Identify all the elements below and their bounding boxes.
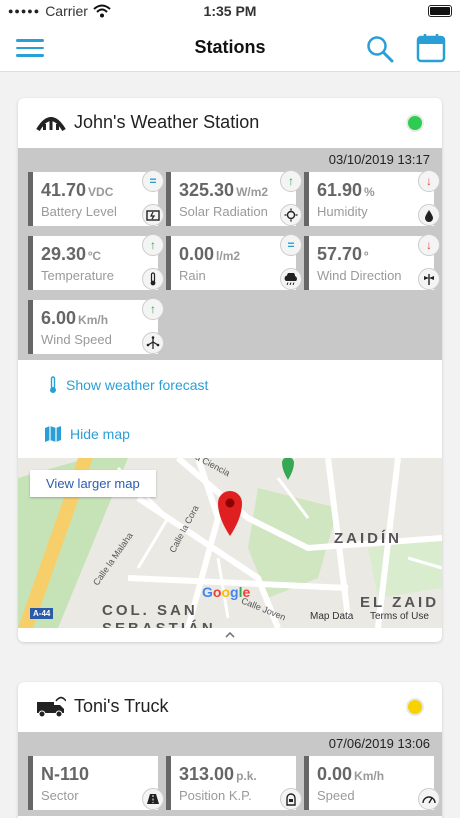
reading-label: Rain <box>179 268 206 283</box>
reading-tile[interactable]: N-110 Sector <box>28 756 164 810</box>
reading-tile[interactable]: 313.00 p.k. Position K.P. <box>166 756 302 810</box>
reading-unit: VDC <box>88 185 114 199</box>
reading-label: Speed <box>317 788 355 803</box>
reading-label: Wind Speed <box>41 332 112 347</box>
battery-icon <box>142 204 164 226</box>
status-indicator <box>406 698 424 716</box>
reading-date: 03/10/2019 13:17 <box>328 152 430 167</box>
map-data-link[interactable]: Map Data <box>310 611 353 622</box>
reading-value: 313.00 <box>179 764 235 784</box>
thermometer-icon <box>50 375 56 393</box>
reading-unit: ºC <box>88 249 102 263</box>
google-logo: Google <box>202 584 251 600</box>
reading-value: 61.90 <box>317 180 363 200</box>
calendar-icon[interactable] <box>416 33 446 63</box>
station-header[interactable]: John's Weather Station <box>18 98 442 148</box>
reading-tile[interactable]: 0.00 Km/h Speed <box>304 756 440 810</box>
district-label: SEBASTIÁN <box>102 620 216 628</box>
reading-tile[interactable]: 41.70 VDC Battery Level = <box>28 170 164 226</box>
reading-tile[interactable]: 29.30 ºC Temperature ↑ <box>28 234 164 290</box>
weather-forecast-link[interactable]: Show weather forecast <box>18 360 442 409</box>
rain-cloud-icon <box>280 268 302 290</box>
battery-icon <box>428 5 452 17</box>
collapse-chevron-icon[interactable] <box>18 628 442 642</box>
reading-tile[interactable]: 0.00 l/m2 Rain = <box>166 234 302 290</box>
reading-label: Temperature <box>41 268 114 283</box>
reading-label: Position K.P. <box>179 788 252 803</box>
arrow-up-icon: ↑ <box>142 234 164 256</box>
truck-icon <box>37 696 66 718</box>
reading-label: Solar Radiation <box>179 204 268 219</box>
highway-label: A-44 <box>30 608 54 619</box>
readings-panel: 07/06/2019 13:06 N-110 Sector 313.00 p.k.… <box>18 732 442 816</box>
map-icon <box>45 425 61 442</box>
reading-label: Wind Direction <box>317 268 402 283</box>
terms-of-use-link[interactable]: Terms of Use <box>370 611 429 622</box>
reading-value: 41.70 <box>41 180 87 200</box>
reading-value: 29.30 <box>41 244 87 264</box>
reading-tile[interactable]: 325.30 W/m2 Solar Radiation ↑ <box>166 170 302 226</box>
anemometer-icon <box>142 332 164 354</box>
reading-value: 0.00 <box>179 244 215 264</box>
status-bar: ●●●●● Carrier 1:35 PM <box>0 0 460 24</box>
reading-tile[interactable]: 57.70 º Wind Direction ↓ <box>304 234 440 290</box>
reading-tile[interactable]: 6.00 Km/h Wind Speed ↑ <box>28 298 164 354</box>
readings-grid: 41.70 VDC Battery Level = 325.30 W/m2 Sola… <box>18 170 442 354</box>
reading-value: 325.30 <box>179 180 235 200</box>
reading-tile[interactable]: 61.90% Humidity ↓ <box>304 170 440 226</box>
weather-station-icon <box>36 117 66 132</box>
arrow-down-icon: ↓ <box>418 234 440 256</box>
reading-unit: Km/h <box>354 769 385 783</box>
reading-label: Sector <box>41 788 79 803</box>
view-larger-map-button[interactable]: View larger map <box>30 470 156 497</box>
arrow-up-icon: ↑ <box>280 170 302 192</box>
reading-unit: º <box>364 249 369 263</box>
drop-icon <box>418 204 440 226</box>
readings-panel: 03/10/2019 13:17 41.70 VDC Battery Level … <box>18 148 442 360</box>
nav-bar: Stations <box>0 24 460 72</box>
status-indicator <box>406 114 424 132</box>
station-name: John's Weather Station <box>74 112 260 132</box>
reading-value: 57.70 <box>317 244 363 264</box>
reading-value: N-110 <box>41 764 90 784</box>
arrow-up-icon: ↑ <box>142 298 164 320</box>
reading-unit: W/m2 <box>236 185 269 199</box>
district-label: ZAIDÍN <box>334 530 402 547</box>
wind-vane-icon <box>418 268 440 290</box>
weather-forecast-label: Show weather forecast <box>66 376 209 393</box>
station-map[interactable]: View larger map a Ciencia Calle la Cora … <box>18 458 442 628</box>
reading-label: Battery Level <box>41 204 117 219</box>
hide-map-label: Hide map <box>70 425 130 442</box>
district-label: COL. SAN <box>102 602 198 619</box>
reading-unit: Km/h <box>78 313 109 327</box>
reading-unit: % <box>364 185 375 199</box>
reading-unit: p.k. <box>236 769 257 783</box>
reading-unit: l/m2 <box>216 249 241 263</box>
station-name: Toni's Truck <box>74 696 169 716</box>
road-icon <box>142 788 164 810</box>
reading-value: 0.00 <box>317 764 353 784</box>
reading-label: Humidity <box>317 204 368 219</box>
district-label: EL ZAID <box>360 594 440 611</box>
readings-grid: N-110 Sector 313.00 p.k. Position K.P. 0.… <box>18 756 442 810</box>
milestone-icon <box>280 788 302 810</box>
status-time: 1:35 PM <box>203 3 257 19</box>
sun-icon <box>280 204 302 226</box>
station-card[interactable]: John's Weather Station 03/10/2019 13:17 … <box>18 98 442 642</box>
hide-map-link[interactable]: Hide map <box>18 409 442 458</box>
thermometer-icon <box>142 268 164 290</box>
equal-icon: = <box>280 234 302 256</box>
search-icon[interactable] <box>366 35 394 63</box>
arrow-down-icon: ↓ <box>418 170 440 192</box>
reading-date: 07/06/2019 13:06 <box>328 736 430 751</box>
station-card[interactable]: Toni's Truck 07/06/2019 13:06 N-110 Sect… <box>18 682 442 818</box>
equal-icon: = <box>142 170 164 192</box>
reading-value: 6.00 <box>41 308 77 328</box>
station-header[interactable]: Toni's Truck <box>18 682 442 732</box>
speedometer-icon <box>418 788 440 810</box>
